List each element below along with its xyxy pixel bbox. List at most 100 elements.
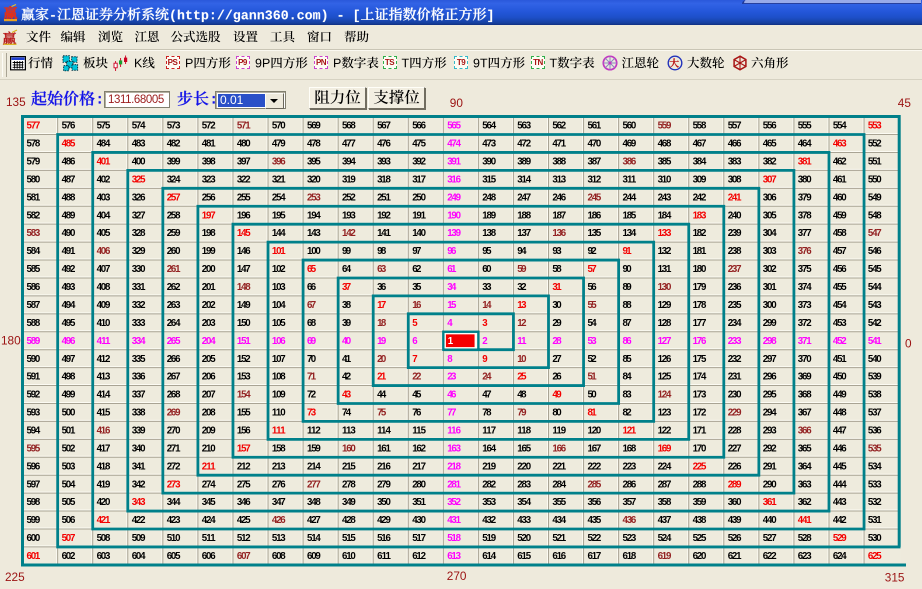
svg-text:153: 153 [237, 372, 251, 383]
svg-text:459: 459 [833, 210, 847, 221]
svg-text:159: 159 [307, 443, 321, 454]
svg-text:110: 110 [272, 408, 286, 419]
svg-text:338: 338 [132, 408, 146, 419]
svg-text:94: 94 [517, 246, 527, 257]
svg-text:28: 28 [552, 336, 562, 347]
svg-text:381: 381 [798, 157, 812, 168]
svg-text:192: 192 [377, 210, 391, 221]
svg-text:233: 233 [728, 336, 742, 347]
svg-text:554: 554 [833, 121, 847, 132]
svg-text:130: 130 [658, 282, 672, 293]
svg-text:202: 202 [202, 300, 216, 311]
svg-text:282: 282 [482, 479, 496, 490]
svg-text:506: 506 [62, 515, 76, 526]
svg-text:232: 232 [728, 354, 742, 365]
svg-text:291: 291 [763, 461, 777, 472]
svg-text:188: 188 [517, 210, 531, 221]
svg-text:354: 354 [517, 497, 531, 508]
svg-text:25: 25 [517, 372, 527, 383]
svg-text:432: 432 [482, 515, 496, 526]
svg-text:489: 489 [62, 210, 76, 221]
svg-text:455: 455 [833, 282, 847, 293]
svg-text:388: 388 [552, 157, 566, 168]
svg-text:73: 73 [307, 408, 317, 419]
svg-text:131: 131 [658, 264, 672, 275]
svg-text:564: 564 [482, 121, 496, 132]
svg-text:593: 593 [27, 408, 41, 419]
svg-text:39: 39 [342, 318, 352, 329]
svg-text:198: 198 [202, 228, 216, 239]
svg-text:348: 348 [307, 497, 321, 508]
svg-text:40: 40 [342, 336, 351, 347]
svg-text:135: 135 [6, 95, 26, 109]
svg-text:43: 43 [342, 390, 352, 401]
svg-text:64: 64 [342, 264, 352, 275]
svg-text:378: 378 [798, 210, 812, 221]
svg-text:238: 238 [728, 246, 742, 257]
svg-text:546: 546 [868, 246, 882, 257]
svg-text:272: 272 [167, 461, 181, 472]
svg-text:547: 547 [868, 228, 882, 239]
svg-text:387: 387 [588, 157, 602, 168]
svg-text:158: 158 [272, 443, 286, 454]
svg-text:514: 514 [307, 533, 321, 544]
svg-text:599: 599 [27, 515, 41, 526]
svg-text:541: 541 [868, 336, 882, 347]
svg-text:78: 78 [482, 408, 492, 419]
svg-text:462: 462 [833, 157, 847, 168]
svg-text:526: 526 [728, 533, 742, 544]
svg-text:569: 569 [307, 121, 321, 132]
svg-text:123: 123 [658, 408, 672, 419]
svg-text:539: 539 [868, 372, 882, 383]
svg-text:562: 562 [552, 121, 566, 132]
svg-text:606: 606 [202, 551, 216, 562]
svg-text:583: 583 [27, 228, 41, 239]
svg-text:319: 319 [342, 175, 356, 186]
svg-text:464: 464 [798, 139, 812, 150]
svg-text:369: 369 [798, 372, 812, 383]
svg-text:245: 245 [588, 192, 602, 203]
svg-text:122: 122 [658, 426, 672, 437]
svg-text:257: 257 [167, 192, 181, 203]
svg-text:161: 161 [377, 443, 391, 454]
svg-text:308: 308 [728, 175, 742, 186]
svg-text:258: 258 [167, 210, 181, 221]
svg-text:225: 225 [693, 461, 707, 472]
svg-text:424: 424 [202, 515, 216, 526]
svg-text:176: 176 [693, 336, 707, 347]
svg-text:226: 226 [728, 461, 742, 472]
svg-text:162: 162 [412, 443, 426, 454]
svg-text:385: 385 [658, 157, 672, 168]
svg-text:527: 527 [763, 533, 777, 544]
svg-text:447: 447 [833, 426, 847, 437]
svg-text:520: 520 [517, 533, 531, 544]
svg-text:441: 441 [798, 515, 812, 526]
svg-text:141: 141 [377, 228, 391, 239]
svg-text:518: 518 [447, 533, 461, 544]
svg-text:538: 538 [868, 390, 882, 401]
svg-text:436: 436 [623, 515, 637, 526]
svg-text:259: 259 [167, 228, 181, 239]
svg-text:12: 12 [517, 318, 526, 329]
svg-text:172: 172 [693, 408, 707, 419]
svg-text:68: 68 [307, 318, 317, 329]
svg-text:567: 567 [377, 121, 391, 132]
svg-text:54: 54 [588, 318, 598, 329]
svg-text:292: 292 [763, 443, 777, 454]
svg-text:576: 576 [62, 121, 76, 132]
svg-text:552: 552 [868, 139, 882, 150]
svg-text:196: 196 [237, 210, 251, 221]
svg-text:352: 352 [447, 497, 461, 508]
svg-text:261: 261 [167, 264, 181, 275]
svg-text:535: 535 [868, 443, 882, 454]
svg-text:77: 77 [447, 408, 456, 419]
svg-text:231: 231 [728, 372, 742, 383]
svg-text:209: 209 [202, 426, 216, 437]
svg-text:498: 498 [62, 372, 76, 383]
svg-text:11: 11 [517, 336, 527, 347]
svg-text:315: 315 [482, 175, 496, 186]
svg-text:360: 360 [728, 497, 742, 508]
svg-text:121: 121 [623, 426, 637, 437]
svg-text:433: 433 [517, 515, 531, 526]
svg-text:470: 470 [588, 139, 602, 150]
